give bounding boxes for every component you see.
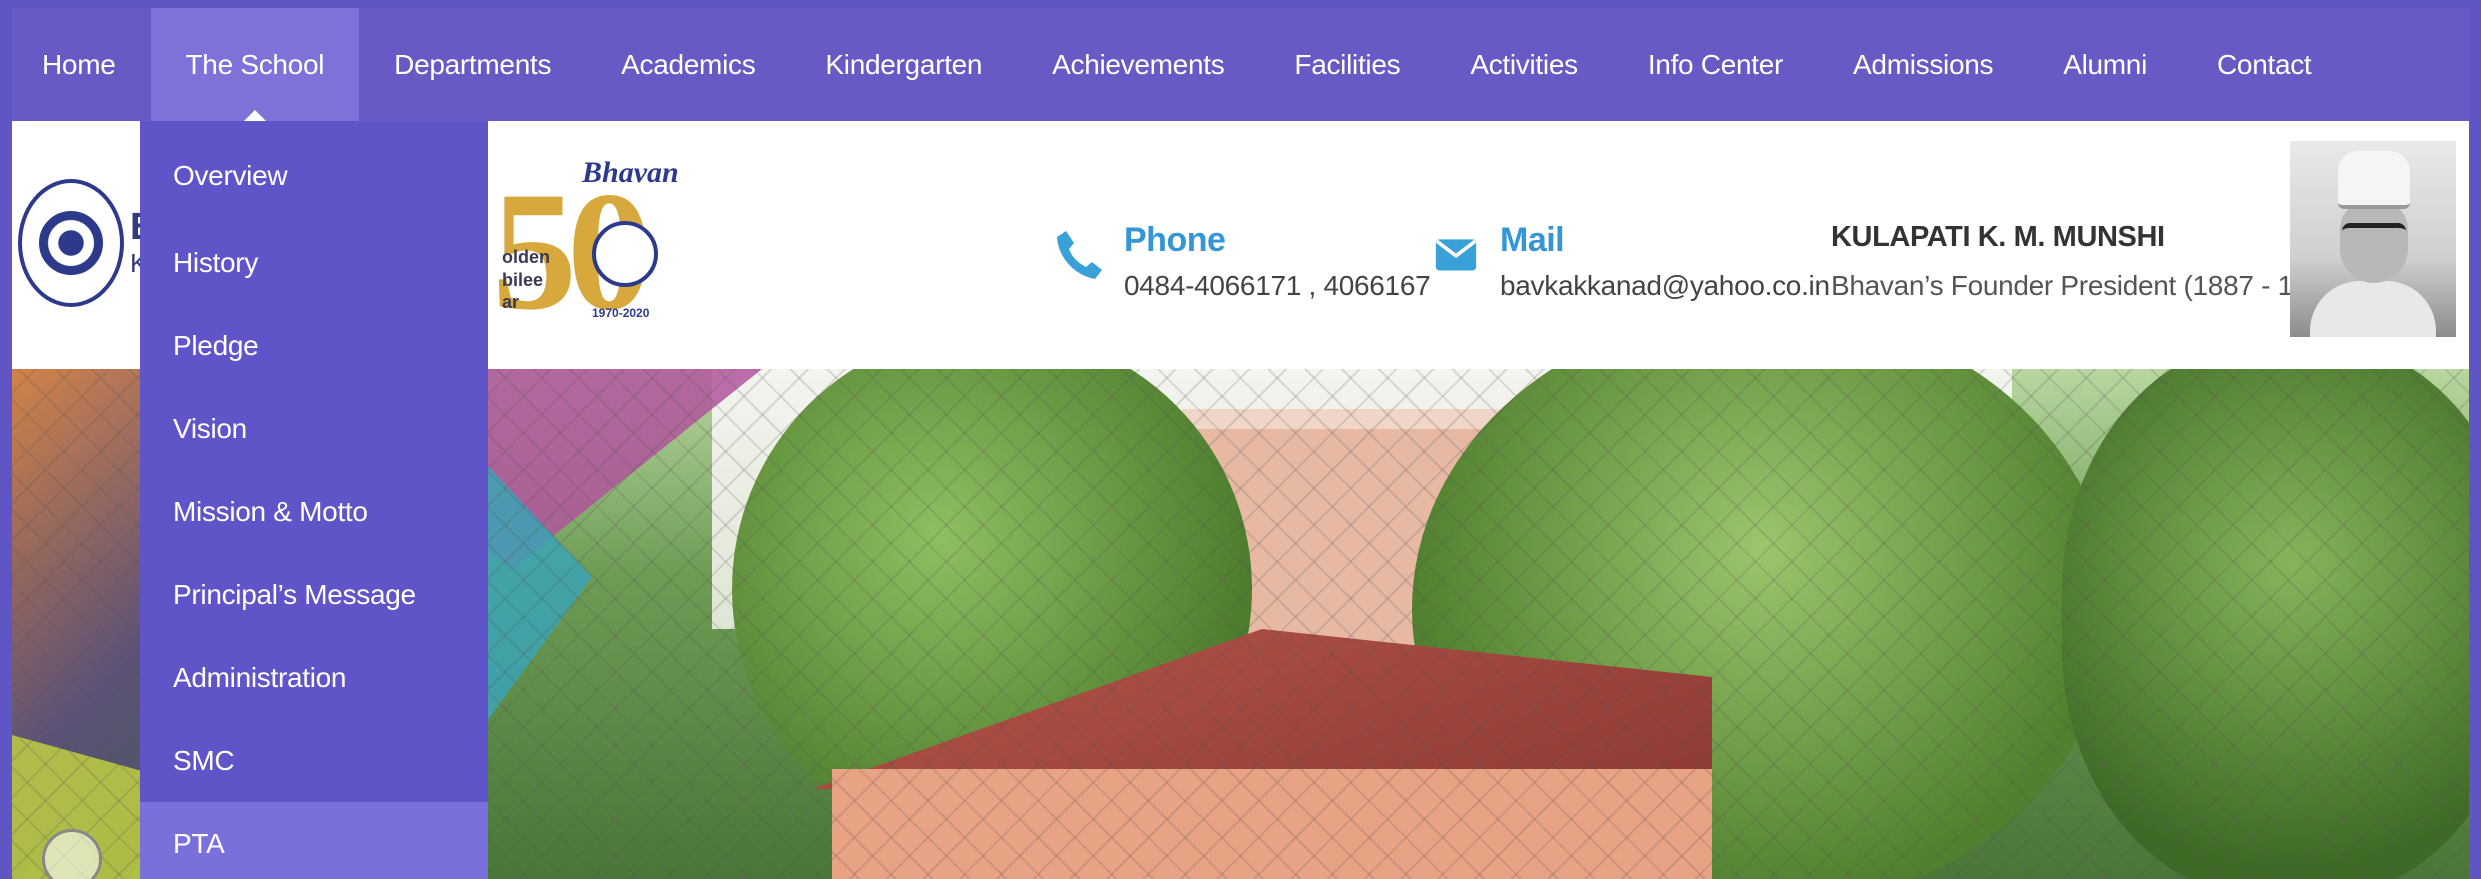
founder-info: KULAPATI K. M. MUNSHI Bhavan’s Founder P… xyxy=(1831,221,2348,302)
mail-address[interactable]: bavkakkanad@yahoo.co.in xyxy=(1500,270,1830,302)
golden-jubilee-logo: 50 Bhavan olden bilee ar 1970-2020 xyxy=(482,156,679,336)
school-emblem-logo[interactable] xyxy=(18,179,124,307)
dropdown-item-vision[interactable]: Vision xyxy=(140,387,488,470)
jubilee-seal-icon xyxy=(592,221,658,287)
jubilee-line-3: ar xyxy=(502,292,520,312)
main-nav: Home The School Departments Academics Ki… xyxy=(12,8,2469,121)
envelope-icon xyxy=(1434,227,1478,289)
the-school-dropdown-menu: Overview History Pledge Vision Mission &… xyxy=(140,121,488,879)
nav-item-achievements[interactable]: Achievements xyxy=(1017,8,1259,121)
phone-icon xyxy=(1054,227,1102,296)
nav-item-info-center[interactable]: Info Center xyxy=(1613,8,1818,121)
dropdown-item-pta[interactable]: PTA xyxy=(140,802,488,879)
nav-item-academics[interactable]: Academics xyxy=(586,8,790,121)
phone-contact: Phone 0484-4066171 , 4066167 xyxy=(1054,221,1431,302)
mail-title: Mail xyxy=(1500,221,1565,259)
nav-item-kindergarten[interactable]: Kindergarten xyxy=(790,8,1017,121)
founder-role: Bhavan’s Founder President (1887 - 1971) xyxy=(1831,270,2348,301)
nav-item-departments[interactable]: Departments xyxy=(359,8,586,121)
phone-title: Phone xyxy=(1124,221,1226,259)
dropdown-item-principals-message[interactable]: Principal’s Message xyxy=(140,553,488,636)
jubilee-line-2: bilee xyxy=(502,269,544,290)
jubilee-brand: Bhavan xyxy=(582,156,679,189)
nav-item-admissions[interactable]: Admissions xyxy=(1818,8,2028,121)
nav-item-facilities[interactable]: Facilities xyxy=(1259,8,1435,121)
phone-number[interactable]: 0484-4066171 , 4066167 xyxy=(1124,270,1431,302)
mail-contact: Mail bavkakkanad@yahoo.co.in xyxy=(1434,221,1830,302)
nav-item-contact[interactable]: Contact xyxy=(2182,8,2346,121)
emblem-seal-icon xyxy=(39,211,103,275)
nav-item-activities[interactable]: Activities xyxy=(1435,8,1612,121)
nav-item-alumni[interactable]: Alumni xyxy=(2028,8,2182,121)
founder-portrait xyxy=(2290,141,2456,337)
jubilee-line-1: olden xyxy=(502,247,550,267)
nav-item-the-school[interactable]: The School xyxy=(150,8,360,121)
dropdown-item-smc[interactable]: SMC xyxy=(140,719,488,802)
dropdown-item-overview[interactable]: Overview xyxy=(140,121,488,221)
dropdown-item-history[interactable]: History xyxy=(140,221,488,304)
dropdown-item-pledge[interactable]: Pledge xyxy=(140,304,488,387)
dropdown-item-mission-motto[interactable]: Mission & Motto xyxy=(140,470,488,553)
jubilee-text: olden bilee ar xyxy=(502,246,550,314)
jubilee-years: 1970-2020 xyxy=(592,306,650,320)
founder-name: KULAPATI K. M. MUNSHI xyxy=(1831,221,2165,253)
nav-item-home[interactable]: Home xyxy=(12,8,151,121)
dropdown-item-administration[interactable]: Administration xyxy=(140,636,488,719)
